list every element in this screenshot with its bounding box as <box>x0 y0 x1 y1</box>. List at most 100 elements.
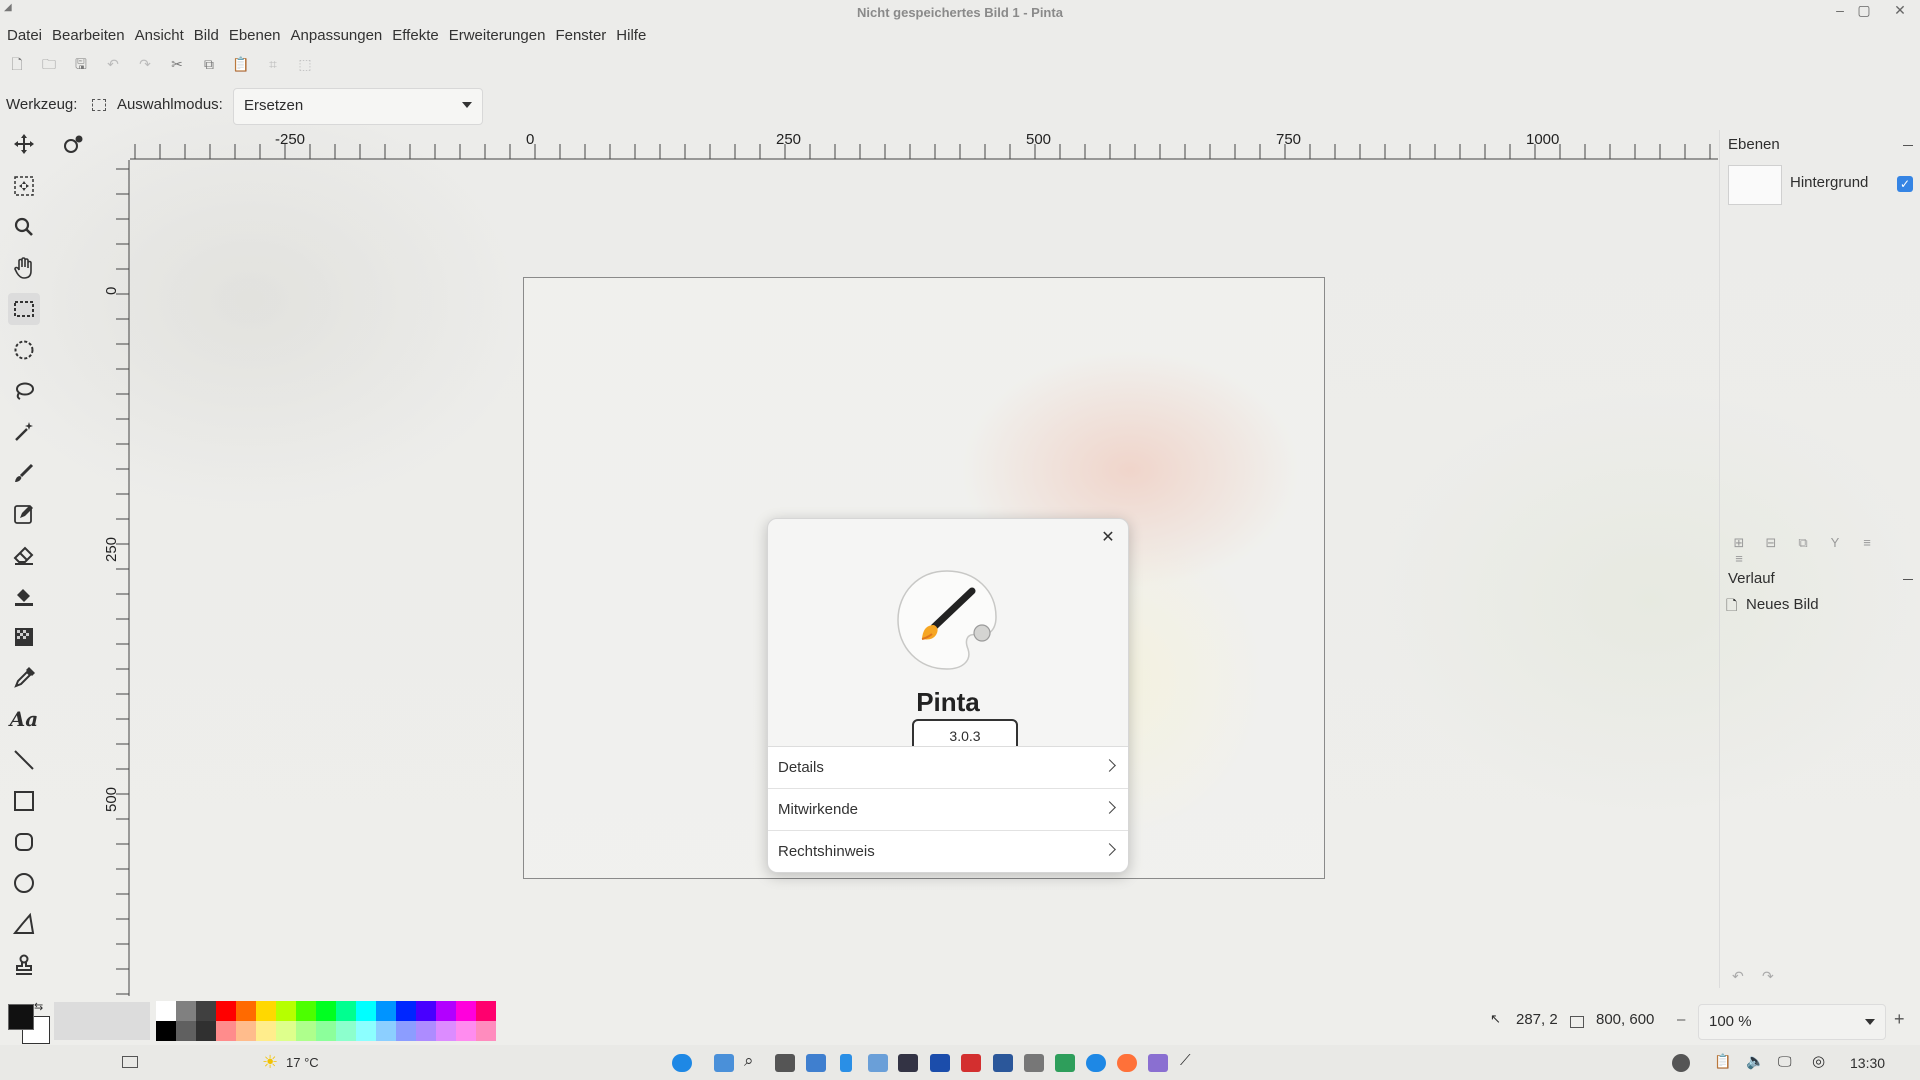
palette-swatch[interactable] <box>316 1021 336 1041</box>
swap-colors-icon[interactable]: ⇆ <box>34 1000 43 1013</box>
rectangle-icon[interactable] <box>8 785 40 817</box>
clone-stamp-icon[interactable] <box>8 949 40 981</box>
palette-swatch[interactable] <box>396 1021 416 1041</box>
deselect-icon[interactable]: ⬚ <box>296 56 314 74</box>
paste-icon[interactable]: 📋 <box>232 56 250 74</box>
search-icon[interactable]: ⌕ <box>744 1051 754 1071</box>
history-item[interactable]: 🗋 Neues Bild <box>1720 592 1920 616</box>
mail-icon[interactable] <box>961 1054 981 1072</box>
volume-icon[interactable]: 🔈 <box>1746 1052 1765 1070</box>
palette-swatch[interactable] <box>256 1021 276 1041</box>
palette-swatch[interactable] <box>216 1001 236 1021</box>
rectangle-select-icon[interactable] <box>8 293 40 325</box>
writer-icon[interactable] <box>993 1054 1013 1072</box>
palette-swatch[interactable] <box>236 1021 256 1041</box>
pencil-icon[interactable] <box>8 498 40 530</box>
palette-swatch[interactable] <box>216 1021 236 1041</box>
merge-layer-icon[interactable]: Y <box>1826 535 1844 550</box>
clock[interactable]: 13:30 <box>1850 1055 1885 1071</box>
zoom-in-button[interactable]: + <box>1894 1009 1905 1031</box>
selection-mode-dropdown[interactable]: Ersetzen <box>233 88 483 125</box>
collapse-layers-icon[interactable] <box>1903 145 1913 146</box>
close-window-button[interactable]: ✕ <box>1890 2 1910 20</box>
palette-swatch[interactable] <box>196 1021 216 1041</box>
paintbrush-icon[interactable] <box>8 457 40 489</box>
palette-swatch[interactable] <box>316 1001 336 1021</box>
palette-swatch[interactable] <box>196 1001 216 1021</box>
zoom-icon[interactable] <box>8 211 40 243</box>
palette-swatch[interactable] <box>336 1001 356 1021</box>
palette-swatch[interactable] <box>436 1001 456 1021</box>
gradient-icon[interactable] <box>8 621 40 653</box>
legal-row[interactable]: Rechtshinweis <box>768 831 1128 872</box>
color-picker-icon[interactable] <box>8 662 40 694</box>
paint-bucket-icon[interactable] <box>8 580 40 612</box>
move-selection-icon[interactable] <box>8 128 40 160</box>
menu-ansicht[interactable]: Ansicht <box>135 26 184 46</box>
palette-swatch[interactable] <box>156 1001 176 1021</box>
layer-up-icon[interactable]: ≡ <box>1858 535 1876 550</box>
zoom-out-button[interactable]: – <box>1677 1011 1685 1033</box>
menu-erweiterungen[interactable]: Erweiterungen <box>449 26 546 46</box>
palette-swatch[interactable] <box>176 1021 196 1041</box>
browser-icon[interactable] <box>1086 1054 1106 1072</box>
color-selector[interactable]: ⇆ <box>6 1000 52 1044</box>
line-icon[interactable] <box>8 744 40 776</box>
collapse-history-icon[interactable] <box>1903 579 1913 580</box>
palette-swatch[interactable] <box>356 1001 376 1021</box>
cut-icon[interactable]: ✂ <box>168 56 186 74</box>
duplicate-layer-icon[interactable]: ⧉ <box>1794 535 1812 551</box>
layers-app-icon[interactable] <box>1055 1054 1075 1072</box>
lasso-select-icon[interactable] <box>8 375 40 407</box>
ellipse-icon[interactable] <box>8 867 40 899</box>
network-manager-icon[interactable] <box>1672 1054 1690 1072</box>
menu-fenster[interactable]: Fenster <box>555 26 606 46</box>
palette-swatch[interactable] <box>236 1001 256 1021</box>
joplin-icon[interactable] <box>930 1054 950 1072</box>
move-selection-tool-icon[interactable] <box>8 170 40 202</box>
magic-wand-icon[interactable] <box>8 416 40 448</box>
clipboard-icon[interactable]: 📋 <box>1714 1053 1731 1070</box>
palette-swatch[interactable] <box>156 1021 176 1041</box>
history-redo-icon[interactable]: ↷ <box>1762 968 1774 985</box>
minimize-button[interactable]: – <box>1830 2 1850 20</box>
copy-icon[interactable]: ⧉ <box>200 56 218 74</box>
save-icon[interactable]: 🖫 <box>72 54 90 72</box>
move-selected-icon[interactable] <box>58 128 90 160</box>
pinta-taskbar-icon[interactable]: ⟋ <box>1180 1052 1191 1069</box>
palette-swatch[interactable] <box>416 1001 436 1021</box>
palette-swatch[interactable] <box>376 1021 396 1041</box>
show-desktop-icon[interactable] <box>122 1056 138 1068</box>
wifi-icon[interactable]: ◎ <box>1812 1052 1825 1070</box>
primary-color[interactable] <box>8 1004 34 1030</box>
text-icon[interactable]: Aa <box>8 703 40 735</box>
close-icon[interactable]: ✕ <box>1098 527 1118 547</box>
palette-swatch[interactable] <box>436 1021 456 1041</box>
palette-swatch[interactable] <box>356 1021 376 1041</box>
layer-visibility-checkbox[interactable]: ✓ <box>1897 176 1913 192</box>
zoom-dropdown[interactable]: 100 % <box>1698 1004 1886 1040</box>
palette-swatch[interactable] <box>296 1021 316 1041</box>
eraser-icon[interactable] <box>8 539 40 571</box>
files-icon[interactable] <box>714 1054 734 1072</box>
menu-datei[interactable]: Datei <box>7 26 42 46</box>
crop-icon[interactable]: ⌗ <box>264 56 282 74</box>
terminal-icon[interactable] <box>775 1054 795 1072</box>
delete-layer-icon[interactable]: ⊟ <box>1762 535 1780 551</box>
palette-swatch[interactable] <box>456 1021 476 1041</box>
add-layer-icon[interactable]: ⊞ <box>1730 535 1748 551</box>
palette-swatch[interactable] <box>476 1021 496 1041</box>
menu-effekte[interactable]: Effekte <box>392 26 438 46</box>
palette-swatch[interactable] <box>276 1001 296 1021</box>
phone-icon[interactable] <box>840 1054 852 1072</box>
layer-properties-icon[interactable]: ≡ <box>1730 551 1748 566</box>
palette-swatch[interactable] <box>276 1021 296 1041</box>
pan-icon[interactable] <box>8 252 40 284</box>
ellipse-select-icon[interactable] <box>8 334 40 366</box>
display-icon[interactable]: 🖵 <box>1778 1053 1792 1070</box>
palette-swatch[interactable] <box>336 1021 356 1041</box>
redo-icon[interactable]: ↷ <box>136 56 154 74</box>
palette-swatch[interactable] <box>256 1001 276 1021</box>
menu-bearbeiten[interactable]: Bearbeiten <box>52 26 125 46</box>
details-row[interactable]: Details <box>768 747 1128 789</box>
